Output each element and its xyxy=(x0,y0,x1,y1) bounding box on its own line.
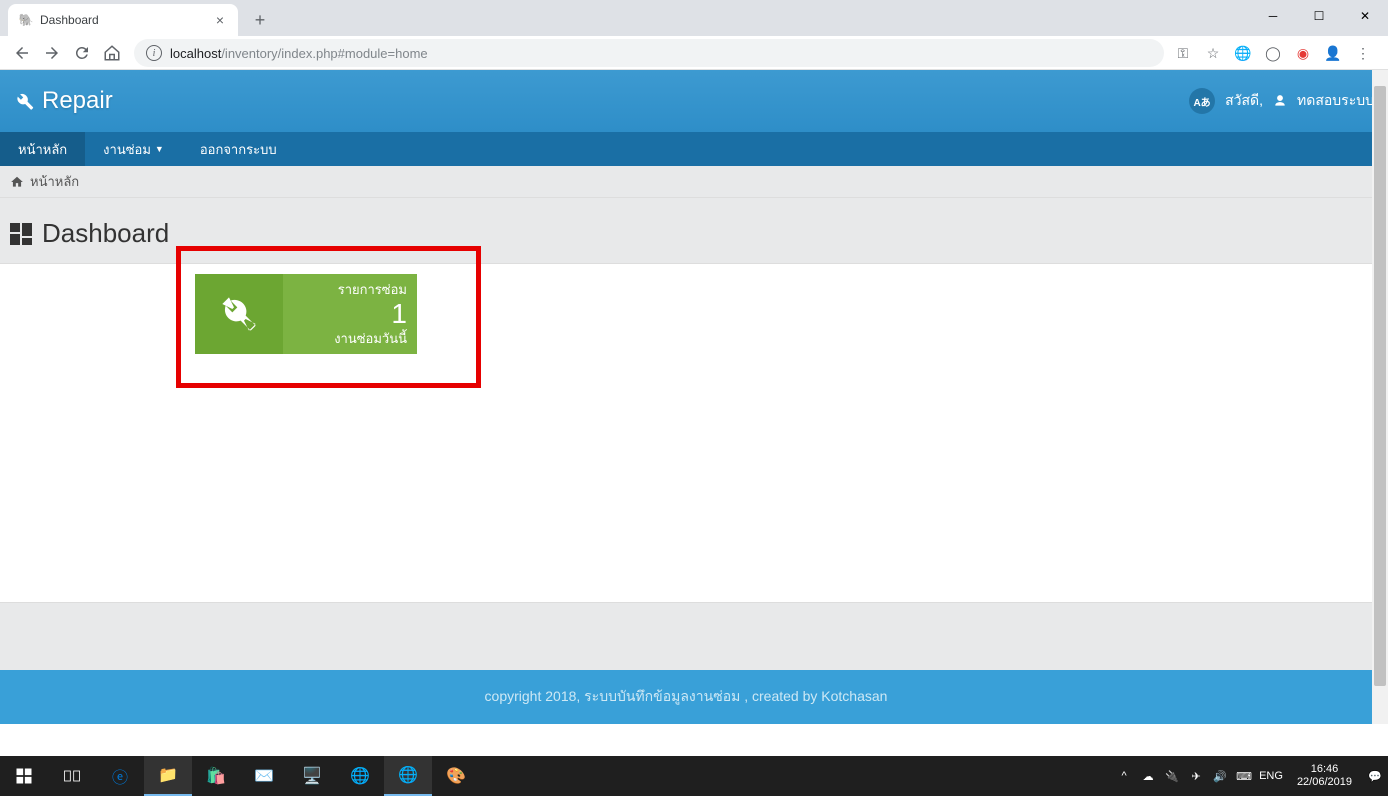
browser-chrome: 🐘 Dashboard × + ─ ☐ ✕ i localhost/invent… xyxy=(0,0,1388,70)
username-link[interactable]: ทดสอบระบบ xyxy=(1297,90,1374,112)
greeting-text: สวัสดี, xyxy=(1225,90,1263,112)
tools-icon xyxy=(195,274,283,354)
address-bar[interactable]: i localhost/inventory/index.php#module=h… xyxy=(134,39,1164,67)
start-button[interactable] xyxy=(0,756,48,796)
toolbar-right: ⚿ ☆ 🌐 ◯ ◉ 👤 ⋮ xyxy=(1172,42,1380,64)
stat-title: รายการซ่อม xyxy=(338,279,407,300)
stat-body: รายการซ่อม 1 งานซ่อมวันนี้ xyxy=(283,274,417,354)
main-nav: หน้าหลัก งานซ่อม▼ ออกจากระบบ xyxy=(0,132,1388,166)
scrollbar[interactable] xyxy=(1372,70,1388,724)
mail-icon[interactable]: ✉️ xyxy=(240,756,288,796)
translate-icon[interactable]: 🌐 xyxy=(1232,42,1254,64)
clock-time: 16:46 xyxy=(1297,763,1352,776)
url-host: localhost xyxy=(170,46,221,61)
system-tray: ^ ☁ 🔌 ✈ 🔊 ⌨ ENG 16:46 22/06/2019 💬 xyxy=(1115,763,1388,789)
browser-tab[interactable]: 🐘 Dashboard × xyxy=(8,4,238,36)
brand-text: Repair xyxy=(42,87,113,115)
new-tab-button[interactable]: + xyxy=(246,6,274,34)
ext1-icon[interactable]: ◯ xyxy=(1262,42,1284,64)
maximize-button[interactable]: ☐ xyxy=(1296,0,1342,32)
explorer-icon[interactable]: 📁 xyxy=(144,756,192,796)
tab-title: Dashboard xyxy=(40,13,99,27)
page-title: Dashboard xyxy=(0,198,1388,263)
clock-date: 22/06/2019 xyxy=(1297,776,1352,789)
paint-icon[interactable]: 🎨 xyxy=(432,756,480,796)
language-button[interactable]: Aあ xyxy=(1189,88,1215,114)
edge-icon[interactable]: ⓔ xyxy=(96,756,144,796)
content-area: รายการซ่อม 1 งานซ่อมวันนี้ xyxy=(0,263,1388,603)
home-icon xyxy=(10,175,24,189)
ext2-icon[interactable]: ◉ xyxy=(1292,42,1314,64)
menu-icon[interactable]: ⋮ xyxy=(1352,42,1374,64)
scrollbar-thumb[interactable] xyxy=(1374,86,1386,686)
clock[interactable]: 16:46 22/06/2019 xyxy=(1289,763,1360,789)
onedrive-icon[interactable]: ☁ xyxy=(1139,767,1157,785)
chrome1-icon[interactable]: 🌐 xyxy=(336,756,384,796)
key-icon[interactable]: ⚿ xyxy=(1172,42,1194,64)
user-icon xyxy=(1273,94,1287,108)
url-path: /inventory/index.php#module=home xyxy=(221,46,427,61)
brand[interactable]: Repair xyxy=(14,87,113,115)
browser-toolbar: i localhost/inventory/index.php#module=h… xyxy=(0,36,1388,70)
dashboard-icon xyxy=(10,223,32,245)
notification-icon[interactable]: 💬 xyxy=(1366,767,1384,785)
stat-count: 1 xyxy=(391,300,407,328)
page-footer: copyright 2018, ระบบบันทึกข้อมูลงานซ่อม … xyxy=(0,670,1372,724)
footer-text: copyright 2018, ระบบบันทึกข้อมูลงานซ่อม … xyxy=(485,686,888,708)
breadcrumb-home[interactable]: หน้าหลัก xyxy=(30,171,79,192)
language-indicator[interactable]: ENG xyxy=(1259,770,1283,782)
back-button[interactable] xyxy=(8,39,36,67)
nav-home[interactable]: หน้าหลัก xyxy=(0,132,85,166)
app1-icon[interactable]: 🖥️ xyxy=(288,756,336,796)
keyboard-icon[interactable]: ⌨ xyxy=(1235,767,1253,785)
repair-stat-card[interactable]: รายการซ่อม 1 งานซ่อมวันนี้ xyxy=(195,274,417,354)
chrome2-icon[interactable]: 🌐 xyxy=(384,756,432,796)
tab-strip: 🐘 Dashboard × + ─ ☐ ✕ xyxy=(0,0,1388,36)
nav-repair[interactable]: งานซ่อม▼ xyxy=(85,132,182,166)
page-viewport: Repair Aあ สวัสดี, ทดสอบระบบ หน้าหลัก งาน… xyxy=(0,70,1388,724)
star-icon[interactable]: ☆ xyxy=(1202,42,1224,64)
minimize-button[interactable]: ─ xyxy=(1250,0,1296,32)
windows-taskbar: ⓔ 📁 🛍️ ✉️ 🖥️ 🌐 🌐 🎨 ^ ☁ 🔌 ✈ 🔊 ⌨ ENG 16:46… xyxy=(0,756,1388,796)
power-icon[interactable]: 🔌 xyxy=(1163,767,1181,785)
airplane-icon[interactable]: ✈ xyxy=(1187,767,1205,785)
home-button[interactable] xyxy=(98,39,126,67)
close-window-button[interactable]: ✕ xyxy=(1342,0,1388,32)
wrench-icon xyxy=(14,91,34,111)
taskview-button[interactable] xyxy=(48,756,96,796)
stat-subtitle: งานซ่อมวันนี้ xyxy=(334,328,407,349)
app-header: Repair Aあ สวัสดี, ทดสอบระบบ xyxy=(0,70,1388,132)
page-title-text: Dashboard xyxy=(42,218,169,249)
chevron-down-icon: ▼ xyxy=(155,144,164,154)
reload-button[interactable] xyxy=(68,39,96,67)
profile-icon[interactable]: 👤 xyxy=(1322,42,1344,64)
tab-close-icon[interactable]: × xyxy=(212,12,228,28)
tray-chevron-icon[interactable]: ^ xyxy=(1115,767,1133,785)
nav-logout[interactable]: ออกจากระบบ xyxy=(182,132,295,166)
volume-icon[interactable]: 🔊 xyxy=(1211,767,1229,785)
forward-button[interactable] xyxy=(38,39,66,67)
store-icon[interactable]: 🛍️ xyxy=(192,756,240,796)
site-info-icon[interactable]: i xyxy=(146,45,162,61)
breadcrumb: หน้าหลัก xyxy=(0,166,1388,198)
user-area: Aあ สวัสดี, ทดสอบระบบ xyxy=(1189,88,1374,114)
favicon-icon: 🐘 xyxy=(18,12,34,28)
window-controls: ─ ☐ ✕ xyxy=(1250,0,1388,32)
